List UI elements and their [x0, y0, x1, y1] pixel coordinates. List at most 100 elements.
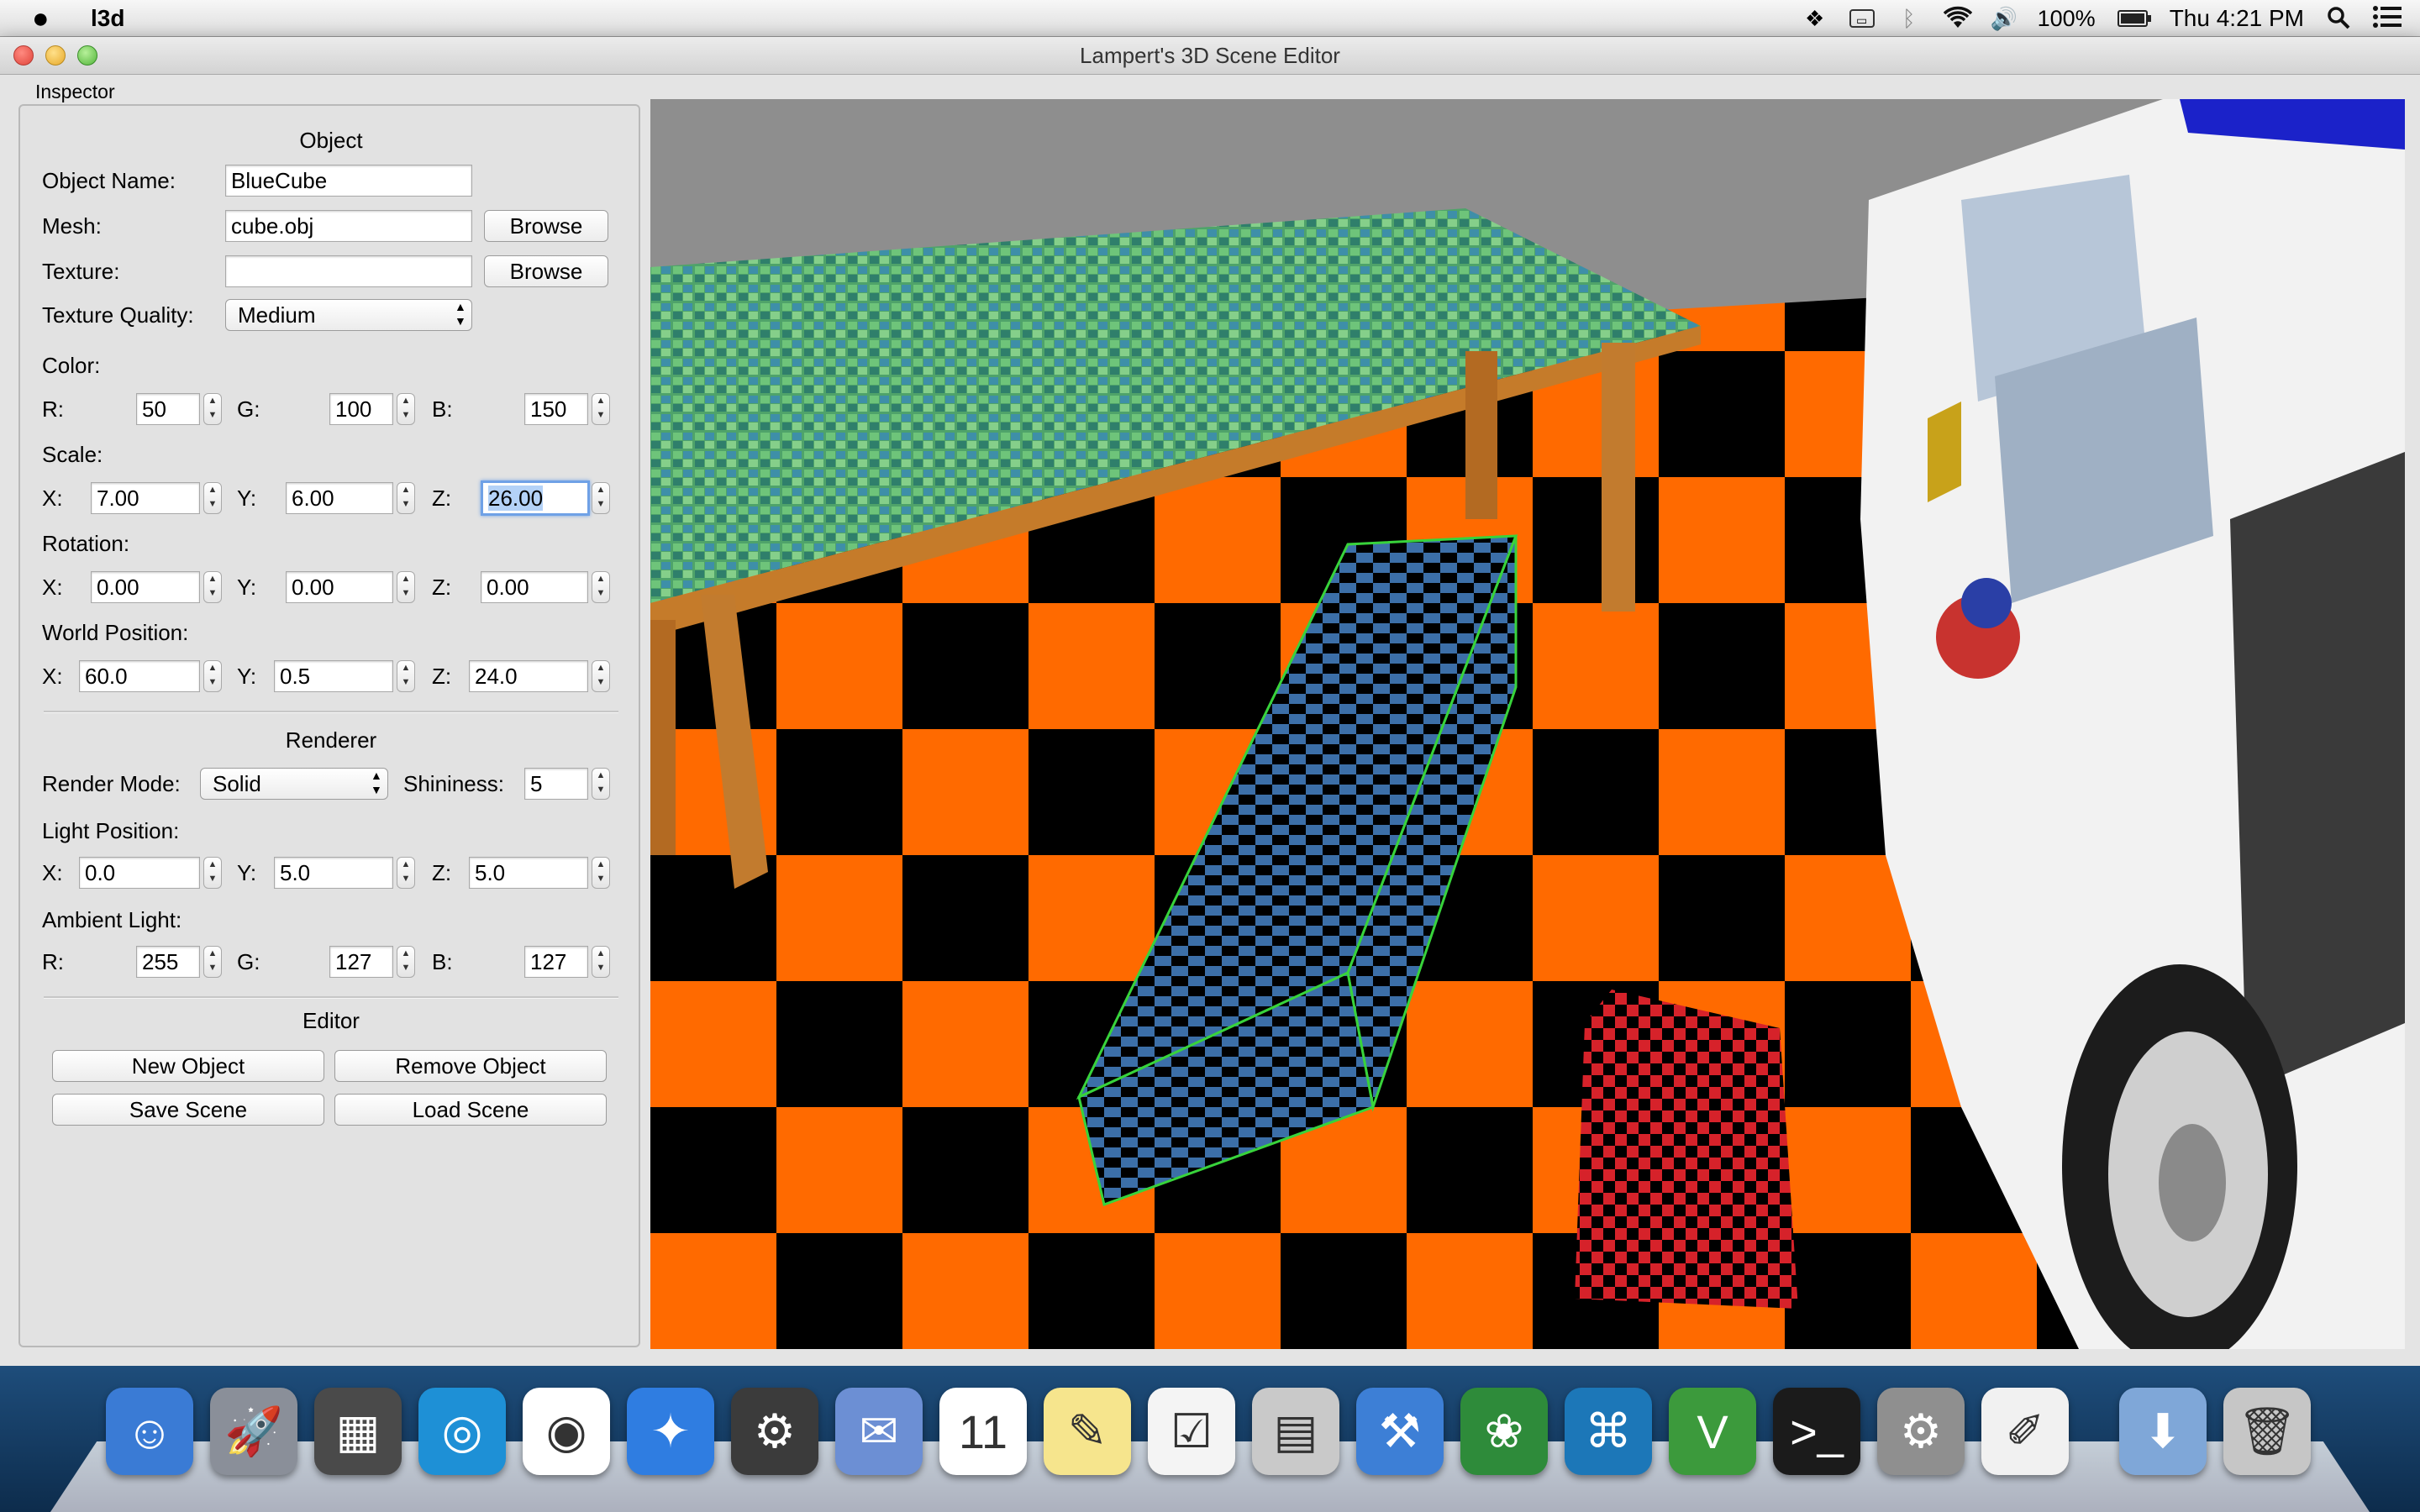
texture-quality-select[interactable]: Medium ▲ ▼	[225, 299, 472, 331]
world-z-field[interactable]: 24.0	[469, 660, 588, 692]
browse-mesh-button[interactable]: Browse	[484, 210, 608, 242]
light-z-label: Z:	[432, 860, 452, 885]
texture-label: Texture:	[42, 259, 120, 284]
notification-center-icon[interactable]	[2373, 6, 2402, 31]
world-y-field[interactable]: 0.5	[274, 660, 393, 692]
rotation-y-stepper[interactable]: ▲ ▼	[397, 571, 415, 603]
browse-texture-button[interactable]: Browse	[484, 255, 608, 287]
ambient-g-label: G:	[237, 949, 260, 974]
xcode-icon[interactable]: ⚒	[1356, 1388, 1444, 1475]
scale-x-field[interactable]: 7.00	[91, 482, 200, 514]
ambient-b-stepper[interactable]: ▲ ▼	[592, 946, 610, 978]
safari-icon[interactable]: ✦	[627, 1388, 714, 1475]
calculator-icon[interactable]: ▤	[1252, 1388, 1339, 1475]
light-z-field[interactable]: 5.0	[469, 857, 588, 889]
vim-icon[interactable]: V	[1669, 1388, 1756, 1475]
textedit-icon[interactable]: ✐	[1981, 1388, 2069, 1475]
red-cube-object[interactable]	[1575, 990, 1798, 1309]
chrome-icon[interactable]: ◉	[523, 1388, 610, 1475]
color-r-field[interactable]: 50	[136, 393, 200, 425]
rotation-label: Rotation:	[42, 531, 130, 556]
launchpad-icon[interactable]: 🚀	[210, 1388, 297, 1475]
trash-icon[interactable]: 🗑	[2223, 1388, 2311, 1475]
rotation-x-field[interactable]: 0.00	[91, 571, 200, 603]
bluetooth-icon[interactable]: ᛒ	[1897, 6, 1922, 31]
status-menus: ❖ ▭ ᛒ 🔊 100% Thu 4:21 PM	[1802, 0, 2402, 37]
battery-icon[interactable]	[2117, 10, 2151, 27]
spotlight-icon[interactable]	[2326, 6, 2351, 31]
steam-icon[interactable]: ⚙	[731, 1388, 818, 1475]
new-object-button[interactable]: New Object	[52, 1050, 324, 1082]
reminders-icon[interactable]: ☑	[1148, 1388, 1235, 1475]
editor-section-title: Editor	[302, 1008, 360, 1033]
light-x-stepper[interactable]: ▲ ▼	[203, 857, 222, 889]
light-y-field[interactable]: 5.0	[274, 857, 393, 889]
load-scene-button[interactable]: Load Scene	[334, 1094, 607, 1126]
ambient-r-field[interactable]: 255	[136, 946, 200, 978]
world-z-stepper[interactable]: ▲ ▼	[592, 660, 610, 692]
color-g-stepper[interactable]: ▲ ▼	[397, 393, 415, 425]
scale-z-field[interactable]: 26.00	[481, 480, 590, 516]
render-mode-value: Solid	[213, 771, 261, 796]
mesh-field[interactable]: cube.obj	[225, 210, 472, 242]
select-arrows-icon: ▲ ▼	[455, 300, 466, 328]
scale-x-stepper[interactable]: ▲ ▼	[203, 482, 222, 514]
display-icon[interactable]: ▭	[1849, 9, 1875, 28]
lotus-app-icon[interactable]: ❀	[1460, 1388, 1548, 1475]
color-b-field[interactable]: 150	[524, 393, 588, 425]
sourcetree-icon[interactable]: ⌘	[1565, 1388, 1652, 1475]
dropbox-icon[interactable]: ❖	[1802, 6, 1828, 31]
light-position-label: Light Position:	[42, 818, 180, 843]
texture-field[interactable]	[225, 255, 472, 287]
scale-z-stepper[interactable]: ▲ ▼	[592, 482, 610, 514]
world-y-stepper[interactable]: ▲ ▼	[397, 660, 415, 692]
remove-object-button[interactable]: Remove Object	[334, 1050, 607, 1082]
save-scene-button[interactable]: Save Scene	[52, 1094, 324, 1126]
light-z-stepper[interactable]: ▲ ▼	[592, 857, 610, 889]
photo-browser-icon[interactable]: ▦	[314, 1388, 402, 1475]
dashboard-icon[interactable]: ◎	[418, 1388, 506, 1475]
downloads-folder-icon[interactable]: ⬇	[2119, 1388, 2207, 1475]
apple-icon[interactable]: ●	[32, 0, 50, 37]
volume-icon[interactable]: 🔊	[1991, 6, 2018, 31]
scale-y-label: Y:	[237, 486, 257, 511]
scale-y-field[interactable]: 6.00	[286, 482, 393, 514]
rotation-z-stepper[interactable]: ▲ ▼	[592, 571, 610, 603]
rotation-x-stepper[interactable]: ▲ ▼	[203, 571, 222, 603]
ambient-r-label: R:	[42, 949, 64, 974]
mail-icon[interactable]: ✉	[835, 1388, 923, 1475]
rotation-y-label: Y:	[237, 575, 257, 600]
finder-icon[interactable]: ☺	[106, 1388, 193, 1475]
clock[interactable]: Thu 4:21 PM	[2170, 5, 2304, 32]
light-y-label: Y:	[237, 860, 257, 885]
rotation-z-field[interactable]: 0.00	[481, 571, 588, 603]
notes-icon[interactable]: ✎	[1044, 1388, 1131, 1475]
scale-y-stepper[interactable]: ▲ ▼	[397, 482, 415, 514]
scene-viewport[interactable]	[650, 99, 2405, 1349]
object-name-field[interactable]: BlueCube	[225, 165, 472, 197]
terminal-icon[interactable]: >_	[1773, 1388, 1860, 1475]
calendar-icon[interactable]: 11	[939, 1388, 1027, 1475]
rotation-y-field[interactable]: 0.00	[286, 571, 393, 603]
ambient-b-field[interactable]: 127	[524, 946, 588, 978]
system-preferences-icon[interactable]: ⚙	[1877, 1388, 1965, 1475]
render-mode-label: Render Mode:	[42, 771, 181, 796]
shininess-field[interactable]: 5	[524, 768, 588, 800]
world-x-stepper[interactable]: ▲ ▼	[203, 660, 222, 692]
ambient-g-field[interactable]: 127	[329, 946, 393, 978]
world-x-field[interactable]: 60.0	[79, 660, 200, 692]
light-y-stepper[interactable]: ▲ ▼	[397, 857, 415, 889]
wifi-icon[interactable]	[1943, 6, 1972, 31]
battery-percent: 100%	[2037, 5, 2096, 31]
ambient-g-stepper[interactable]: ▲ ▼	[397, 946, 415, 978]
separator	[44, 996, 618, 999]
color-r-stepper[interactable]: ▲ ▼	[203, 393, 222, 425]
color-b-stepper[interactable]: ▲ ▼	[592, 393, 610, 425]
title-bar[interactable]: Lampert's 3D Scene Editor	[0, 37, 2420, 75]
ambient-r-stepper[interactable]: ▲ ▼	[203, 946, 222, 978]
app-menu[interactable]: l3d	[91, 0, 124, 37]
render-mode-select[interactable]: Solid ▲ ▼	[200, 768, 388, 800]
color-g-field[interactable]: 100	[329, 393, 393, 425]
light-x-field[interactable]: 0.0	[79, 857, 200, 889]
shininess-stepper[interactable]: ▲ ▼	[592, 768, 610, 800]
